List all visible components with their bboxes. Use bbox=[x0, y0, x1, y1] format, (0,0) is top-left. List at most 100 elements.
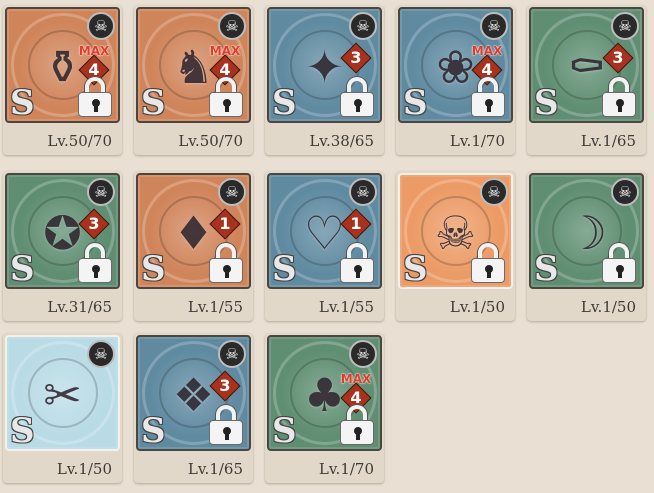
dark-element-icon: ☠ bbox=[611, 12, 639, 40]
keyhole-icon bbox=[485, 99, 493, 112]
dark-element-icon: ☠ bbox=[218, 178, 246, 206]
keyhole-icon bbox=[354, 99, 362, 112]
lock-icon[interactable] bbox=[78, 243, 112, 283]
rarity-s-icon: S bbox=[272, 83, 297, 123]
lock-body bbox=[209, 420, 243, 445]
lock-icon[interactable] bbox=[209, 243, 243, 283]
dark-element-icon: ☠ bbox=[611, 178, 639, 206]
summon-card[interactable]: ✪ ☠ 3 S Lv.31/65 bbox=[3, 171, 122, 321]
summon-card[interactable]: ❀ ☠ MAX 4 S Lv.1/70 bbox=[396, 5, 515, 155]
summon-card[interactable]: ♞ ☠ MAX 4 S Lv.50/70 bbox=[134, 5, 253, 155]
summon-thumbnail[interactable]: ♣ ☠ MAX 4 S bbox=[267, 335, 382, 451]
dark-element-icon: ☠ bbox=[87, 12, 115, 40]
level-label: Lv.1/70 bbox=[318, 460, 374, 478]
uncap-diamond-icon: 3 bbox=[209, 370, 241, 402]
summon-thumbnail[interactable]: ♦ ☠ 1 S bbox=[136, 173, 251, 289]
keyhole-icon bbox=[223, 99, 231, 112]
uncap-badge: 3 bbox=[207, 370, 243, 402]
lock-icon[interactable] bbox=[602, 243, 636, 283]
lock-icon[interactable] bbox=[209, 405, 243, 445]
level-label: Lv.1/50 bbox=[449, 298, 505, 316]
level-label: Lv.50/70 bbox=[178, 132, 243, 150]
keyhole-icon bbox=[616, 99, 624, 112]
rarity-s-icon: S bbox=[272, 249, 297, 289]
lock-body bbox=[602, 258, 636, 283]
uncap-count: 3 bbox=[612, 48, 624, 67]
keyhole-icon bbox=[485, 265, 493, 278]
rarity-s-icon: S bbox=[10, 83, 35, 123]
rarity-s-icon: S bbox=[272, 411, 297, 451]
rarity-s-icon: S bbox=[403, 249, 428, 289]
summon-thumbnail[interactable]: ✂ ☠ S bbox=[5, 335, 120, 451]
summon-card[interactable]: ♣ ☠ MAX 4 S Lv.1/70 bbox=[265, 333, 384, 483]
lock-body bbox=[78, 92, 112, 117]
uncap-count: 3 bbox=[350, 48, 362, 67]
summon-thumbnail[interactable]: ❀ ☠ MAX 4 S bbox=[398, 7, 513, 123]
lock-icon[interactable] bbox=[602, 77, 636, 117]
keyhole-icon bbox=[616, 265, 624, 278]
ribbon-charm-icon: ✂ bbox=[43, 368, 82, 423]
level-label: Lv.1/50 bbox=[580, 298, 636, 316]
lock-icon[interactable] bbox=[471, 243, 505, 283]
dark-figure-icon: ☽ bbox=[565, 206, 608, 261]
dark-element-icon: ☠ bbox=[349, 12, 377, 40]
level-label: Lv.1/50 bbox=[56, 460, 112, 478]
rarity-s-icon: S bbox=[534, 249, 559, 289]
summon-thumbnail[interactable]: ♞ ☠ MAX 4 S bbox=[136, 7, 251, 123]
summon-thumbnail[interactable]: ♡ ☠ 1 S bbox=[267, 173, 382, 289]
lock-icon[interactable] bbox=[340, 405, 374, 445]
uncap-badge: 3 bbox=[338, 42, 374, 74]
level-label: Lv.1/65 bbox=[187, 460, 243, 478]
lock-icon[interactable] bbox=[340, 77, 374, 117]
summon-card[interactable]: ☠ ☠ S Lv.1/50 bbox=[396, 171, 515, 321]
summon-card[interactable]: ♦ ☠ 1 S Lv.1/55 bbox=[134, 171, 253, 321]
summon-thumbnail[interactable]: ⚰ ☠ 3 S bbox=[529, 7, 644, 123]
rarity-s-icon: S bbox=[141, 249, 166, 289]
lock-icon[interactable] bbox=[209, 77, 243, 117]
summon-thumbnail[interactable]: ☠ ☠ S bbox=[398, 173, 513, 289]
lock-icon[interactable] bbox=[340, 243, 374, 283]
uncap-count: 3 bbox=[88, 214, 100, 233]
level-label: Lv.31/65 bbox=[47, 298, 112, 316]
uncap-badge: MAX 4 bbox=[469, 45, 505, 86]
keyhole-icon bbox=[223, 427, 231, 440]
rarity-s-icon: S bbox=[141, 83, 166, 123]
summon-card[interactable]: ✦ ☠ 3 S Lv.38/65 bbox=[265, 5, 384, 155]
lock-body bbox=[340, 258, 374, 283]
uncap-badge: 1 bbox=[338, 208, 374, 240]
summon-card[interactable]: ❖ ☠ 3 S Lv.1/65 bbox=[134, 333, 253, 483]
uncap-diamond-icon: 1 bbox=[340, 208, 372, 240]
lock-icon[interactable] bbox=[78, 77, 112, 117]
summon-thumbnail[interactable]: ✪ ☠ 3 S bbox=[5, 173, 120, 289]
lock-body bbox=[78, 258, 112, 283]
uncap-badge: MAX 4 bbox=[207, 45, 243, 86]
keyhole-icon bbox=[92, 265, 100, 278]
summon-thumbnail[interactable]: ❖ ☠ 3 S bbox=[136, 335, 251, 451]
summon-card[interactable]: ⚰ ☠ 3 S Lv.1/65 bbox=[527, 5, 646, 155]
level-label: Lv.1/65 bbox=[580, 132, 636, 150]
uncap-diamond-icon: 1 bbox=[209, 208, 241, 240]
rarity-s-icon: S bbox=[141, 411, 166, 451]
summon-thumbnail[interactable]: ✦ ☠ 3 S bbox=[267, 7, 382, 123]
lock-icon[interactable] bbox=[471, 77, 505, 117]
lock-body bbox=[471, 92, 505, 117]
uncap-diamond-icon: 3 bbox=[340, 42, 372, 74]
summon-thumbnail[interactable]: ⚱ ☠ MAX 4 S bbox=[5, 7, 120, 123]
rarity-s-icon: S bbox=[403, 83, 428, 123]
summon-card[interactable]: ⚱ ☠ MAX 4 S Lv.50/70 bbox=[3, 5, 122, 155]
rarity-s-icon: S bbox=[10, 249, 35, 289]
dark-element-icon: ☠ bbox=[480, 178, 508, 206]
uncap-count: 1 bbox=[350, 214, 362, 233]
skull-creature-icon: ☠ bbox=[434, 206, 477, 261]
lock-body bbox=[602, 92, 636, 117]
keyhole-icon bbox=[223, 265, 231, 278]
uncap-badge: 3 bbox=[600, 42, 636, 74]
uncap-badge: MAX 4 bbox=[338, 373, 374, 414]
summon-card[interactable]: ☽ ☠ S Lv.1/50 bbox=[527, 171, 646, 321]
lock-body bbox=[340, 420, 374, 445]
dark-element-icon: ☠ bbox=[480, 12, 508, 40]
summon-thumbnail[interactable]: ☽ ☠ S bbox=[529, 173, 644, 289]
summon-card[interactable]: ♡ ☠ 1 S Lv.1/55 bbox=[265, 171, 384, 321]
summon-card[interactable]: ✂ ☠ S Lv.1/50 bbox=[3, 333, 122, 483]
uncap-badge: 1 bbox=[207, 208, 243, 240]
